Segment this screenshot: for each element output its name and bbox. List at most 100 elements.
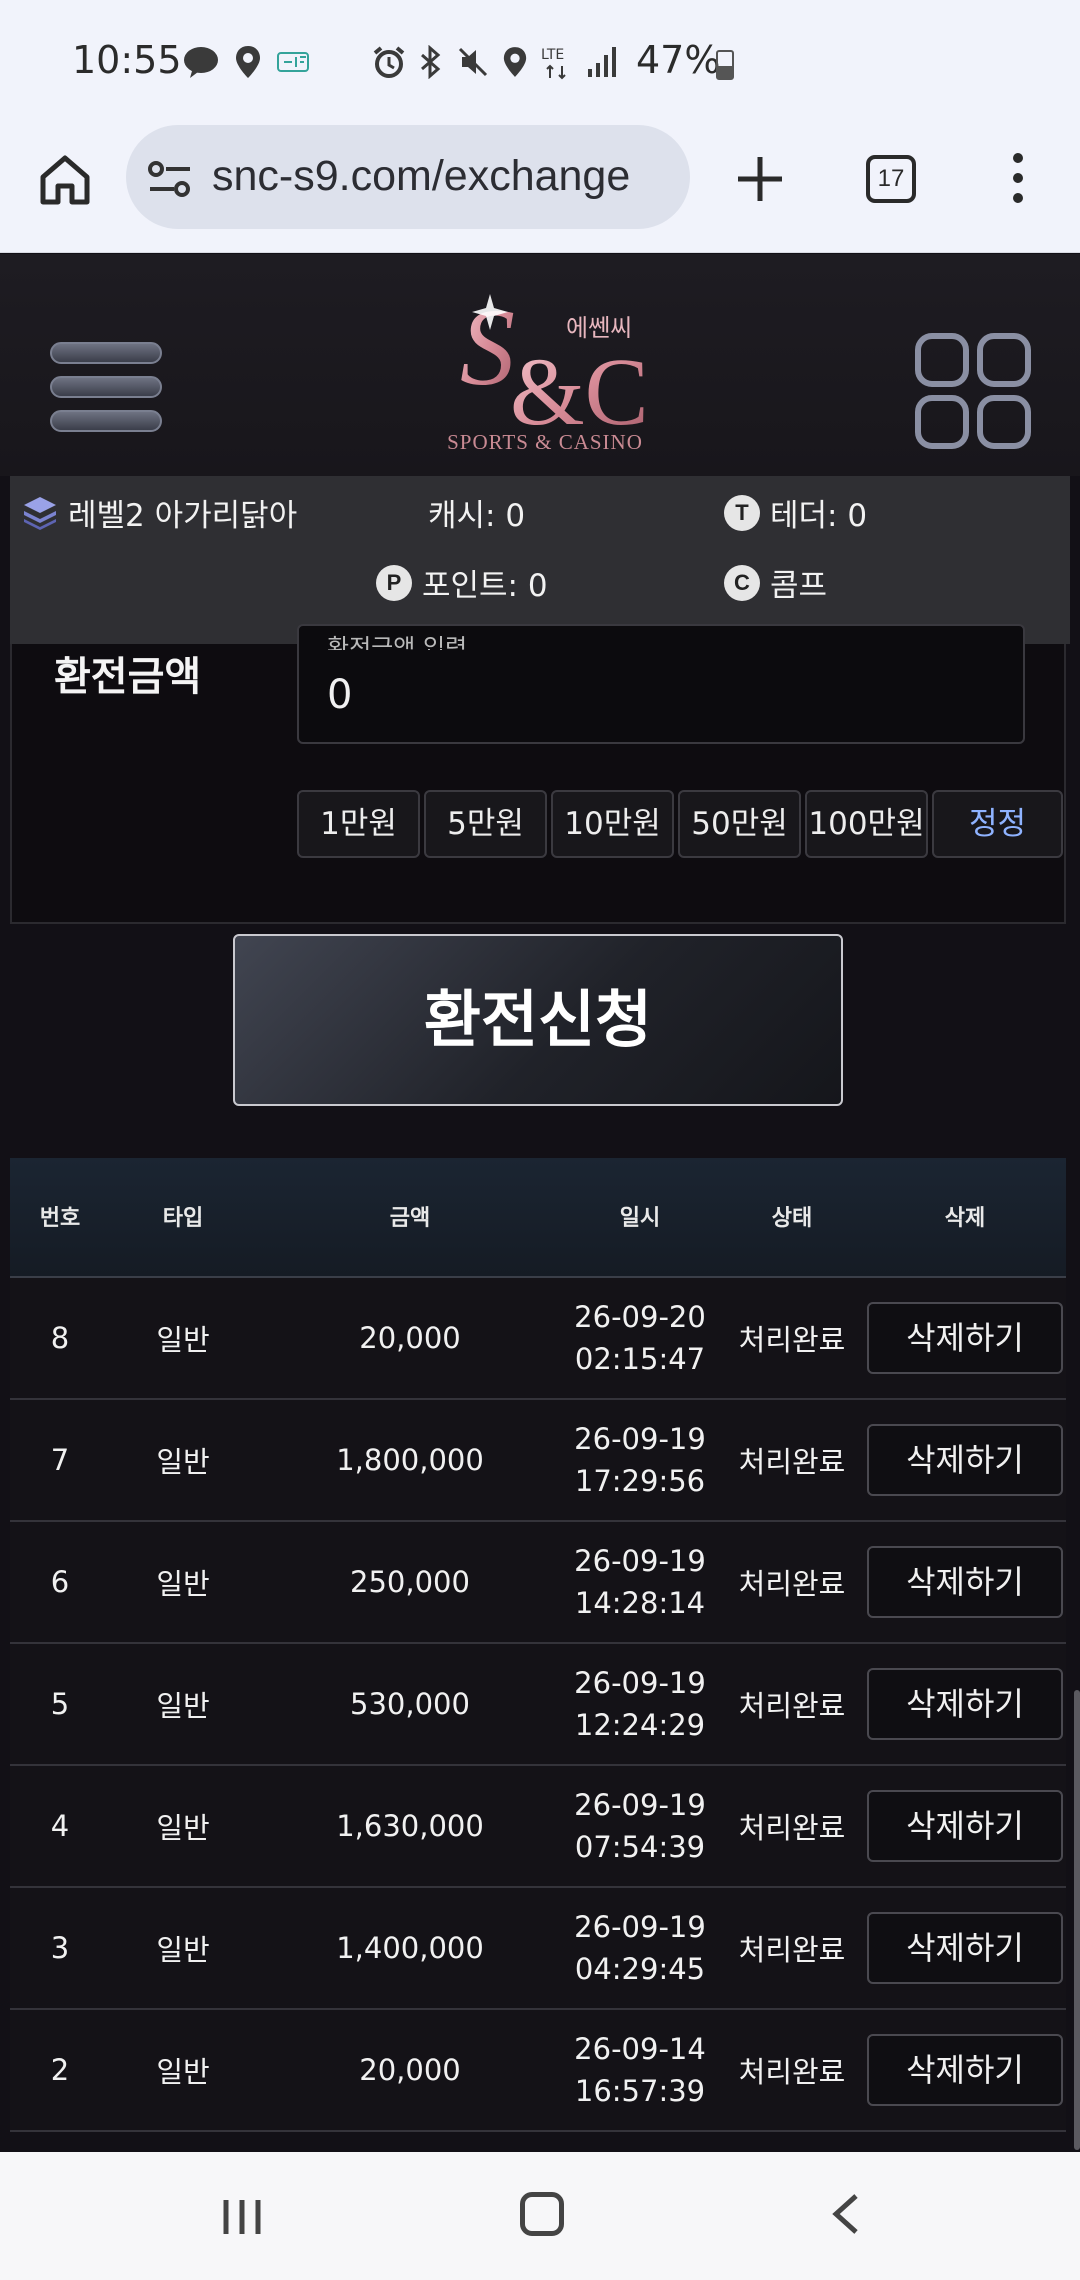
table-row: 7 일반 1,800,000 26-09-19 17:29:56 처리완료 삭제하기 [10,1400,1066,1522]
level-stack-icon [24,496,56,530]
exchange-amount-input[interactable]: 환전금액 입력 0 [297,624,1025,744]
recent-apps-icon[interactable] [220,2198,264,2236]
row-number: 8 [50,1321,70,1355]
gif-icon [277,52,309,72]
row-status: 처리완료 [738,2055,846,2089]
point-balance-text: 포인트: 0 [422,568,548,604]
site-header: S &C 에쎈씨 SPORTS & CASINO [0,254,1080,476]
row-time: 12:24:29 [574,1708,706,1742]
user-info-bar: 레벨2 아가리닭아 캐시: 0 T 테더: 0 P 포인트: 0 C 콤프 [10,476,1070,644]
status-bar: 10:55 LTE 47% [0,0,1080,125]
status-time: 10:55 [72,38,182,82]
row-date: 26-09-19 [574,1422,706,1456]
logo-korean-text: 에쎈씨 [566,314,633,342]
row-number: 3 [50,1931,70,1965]
url-text[interactable]: snc-s9.com/exchange [212,152,630,201]
row-type: 일반 [156,1689,210,1723]
row-number: 5 [50,1687,70,1721]
quick-amount-100k-button[interactable]: 10만원 [551,790,674,858]
table-body: 8 일반 20,000 26-09-20 02:15:47 처리완료 삭제하기 7 일반 1,80… [10,1278,1066,2132]
user-level[interactable]: 레벨2 아가리닭아 [22,490,297,535]
header-delete: 삭제 [944,1206,986,1231]
table-row: 6 일반 250,000 26-09-19 14:28:14 처리완료 삭제하기 [10,1522,1066,1644]
quick-amount-500k-button[interactable]: 50만원 [678,790,801,858]
point-balance[interactable]: P 포인트: 0 [376,560,548,605]
header-amount: 금액 [389,1206,431,1231]
table-row: 4 일반 1,630,000 26-09-19 07:54:39 처리완료 삭제하기 [10,1766,1066,1888]
header-type: 타입 [162,1206,204,1231]
quick-amount-10k-button[interactable]: 1만원 [297,790,420,858]
row-number: 6 [50,1565,70,1599]
system-nav-bar [0,2152,1080,2280]
mute-icon [458,47,488,77]
reset-amount-button[interactable]: 정정 [932,790,1063,858]
row-date: 26-09-19 [574,1544,706,1578]
battery-percent: 47% [636,38,721,82]
new-tab-icon[interactable] [734,153,786,205]
page-scrollbar[interactable] [1074,1690,1080,2150]
apply-exchange-button[interactable]: 환전신청 [233,934,843,1106]
point-icon: P [376,564,412,601]
row-datetime: 26-09-19 17:29:56 [574,1400,706,1520]
home-icon[interactable] [38,153,92,207]
row-amount: 1,630,000 [336,1809,484,1843]
row-time: 02:15:47 [574,1342,706,1376]
row-time: 16:57:39 [574,2074,706,2108]
exchange-amount-label: 환전금액 [54,654,202,700]
delete-row-button[interactable]: 삭제하기 [867,1546,1063,1618]
row-time: 14:28:14 [574,1586,706,1620]
bluetooth-icon [421,45,441,79]
row-amount: 250,000 [350,1565,470,1599]
row-amount: 1,800,000 [336,1443,484,1477]
delete-row-button[interactable]: 삭제하기 [867,2034,1063,2106]
status-right-icons: LTE [372,44,618,80]
svg-text:&C: &C [510,338,649,445]
home-nav-icon[interactable] [520,2192,564,2236]
table-row: 5 일반 530,000 26-09-19 12:24:29 처리완료 삭제하기 [10,1644,1066,1766]
header-datetime: 일시 [619,1206,661,1231]
site-settings-icon[interactable] [148,159,192,199]
row-datetime: 26-09-19 12:24:29 [574,1644,706,1764]
more-options-icon[interactable] [1000,153,1036,209]
row-amount: 20,000 [359,2053,461,2087]
quick-amount-50k-button[interactable]: 5만원 [424,790,547,858]
cash-balance-text: 캐시: 0 [428,498,526,534]
address-bar[interactable]: snc-s9.com/exchange [126,125,690,229]
grid-menu-icon[interactable] [914,332,1032,450]
row-datetime: 26-09-19 14:28:14 [574,1522,706,1642]
row-type: 일반 [156,1567,210,1601]
back-icon[interactable] [826,2192,866,2236]
row-datetime: 26-09-20 02:15:47 [574,1278,706,1398]
cash-balance: 캐시: 0 [428,490,525,535]
tether-balance-text: 테더: 0 [770,498,868,534]
comp-link[interactable]: C 콤프 [724,560,827,605]
row-status: 처리완료 [738,1323,846,1357]
logo-tagline: SPORTS & CASINO [447,430,643,454]
delete-row-button[interactable]: 삭제하기 [867,1912,1063,1984]
status-left-icons [182,44,310,80]
tab-switcher-button[interactable]: 17 [866,155,916,203]
delete-row-button[interactable]: 삭제하기 [867,1668,1063,1740]
row-type: 일반 [156,1933,210,1967]
row-datetime: 26-09-19 04:29:45 [574,1888,706,2008]
row-time: 07:54:39 [574,1830,706,1864]
delete-row-button[interactable]: 삭제하기 [867,1790,1063,1862]
quick-amount-buttons: 1만원 5만원 10만원 50만원 100만원 정정 [297,790,1063,858]
svg-text:LTE: LTE [541,47,564,63]
row-type: 일반 [156,1811,210,1845]
delete-row-button[interactable]: 삭제하기 [867,1302,1063,1374]
row-date: 26-09-19 [574,1788,706,1822]
comp-text: 콤프 [770,568,828,604]
row-status: 처리완료 [738,1567,846,1601]
user-level-text: 레벨2 아가리닭아 [68,498,298,534]
amount-input-value[interactable]: 0 [327,672,352,718]
exchange-form: 환전금액 환전금액 입력 0 1만원 5만원 10만원 50만원 100만원 정… [10,624,1066,924]
row-type: 일반 [156,2055,210,2089]
row-status: 처리완료 [738,1689,846,1723]
tether-balance: T 테더: 0 [724,490,867,535]
header-number: 번호 [39,1206,81,1231]
delete-row-button[interactable]: 삭제하기 [867,1424,1063,1496]
quick-amount-1m-button[interactable]: 100만원 [805,790,928,858]
row-amount: 1,400,000 [336,1931,484,1965]
hamburger-menu-icon[interactable] [50,342,164,432]
